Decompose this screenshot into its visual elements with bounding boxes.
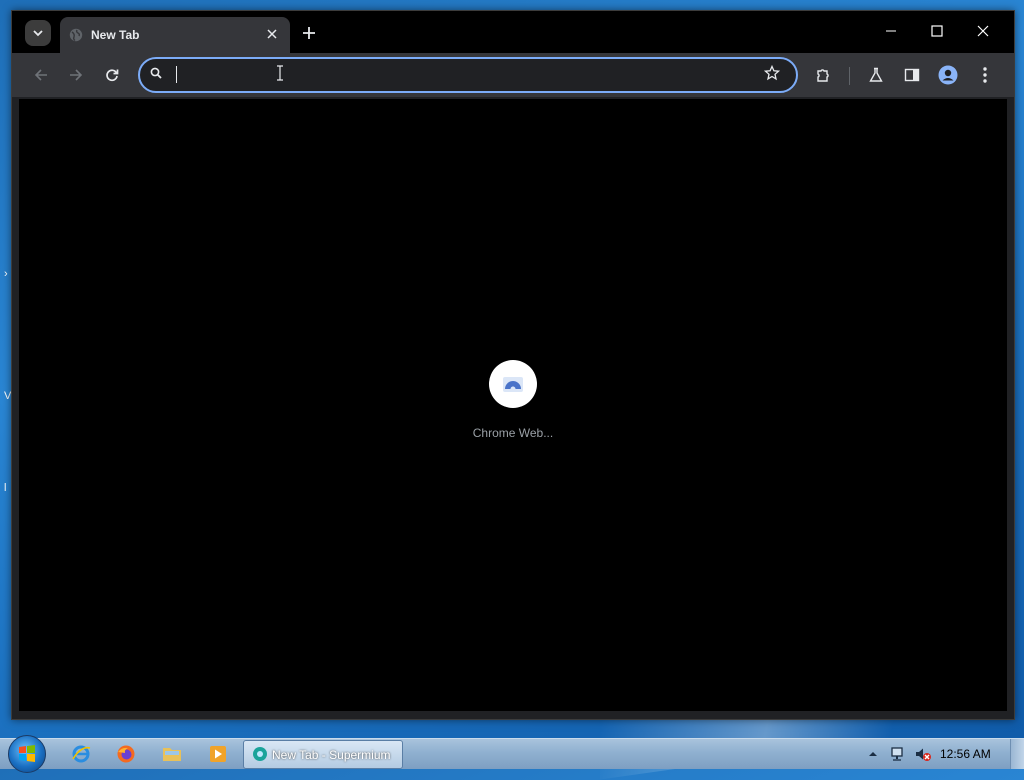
windows-logo-icon — [19, 745, 35, 762]
taskbar-explorer-icon[interactable] — [161, 743, 183, 765]
internet-explorer-icon — [72, 745, 91, 763]
browser-toolbar — [12, 53, 1014, 98]
chevron-down-icon — [33, 30, 43, 37]
back-button[interactable] — [29, 63, 53, 87]
side-panel-icon — [904, 68, 920, 82]
browser-window: New Tab Chrome Web... — [11, 10, 1015, 720]
plus-icon — [303, 27, 315, 39]
chevron-up-icon — [869, 752, 877, 756]
page-content: Chrome Web... — [19, 99, 1007, 711]
minimize-button[interactable] — [869, 17, 913, 45]
volume-muted-icon — [916, 748, 931, 761]
ibeam-cursor-icon — [277, 65, 283, 81]
taskbar-media-icon[interactable] — [207, 743, 229, 765]
supermium-icon — [253, 747, 267, 761]
side-panel-button[interactable] — [900, 63, 924, 87]
new-tab-button[interactable] — [298, 22, 320, 44]
toolbar-separator — [849, 67, 850, 85]
taskbar-ie-icon[interactable] — [70, 743, 92, 765]
forward-button[interactable] — [64, 63, 88, 87]
tab-title: New Tab — [91, 28, 140, 42]
arrow-left-icon — [34, 69, 47, 81]
address-bar[interactable] — [138, 57, 798, 93]
start-button[interactable] — [8, 735, 46, 773]
tab-new-tab[interactable]: New Tab — [60, 17, 290, 53]
profile-icon — [938, 65, 958, 85]
tab-close-button[interactable] — [263, 25, 281, 43]
maximize-icon — [931, 25, 943, 37]
reload-icon — [106, 69, 119, 82]
loading-avatar — [489, 360, 537, 408]
arrow-right-icon — [70, 69, 83, 81]
profile-button[interactable] — [936, 63, 960, 87]
webstore-icon — [503, 377, 523, 392]
flask-icon — [869, 67, 883, 82]
taskbar: New Tab - Supermium 12:56 AM — [0, 735, 1024, 773]
desktop-edge-glyph: l — [4, 482, 7, 494]
reload-button[interactable] — [100, 63, 124, 87]
close-icon — [267, 29, 277, 39]
more-vert-icon — [983, 67, 987, 83]
show-desktop-button[interactable] — [1010, 739, 1024, 769]
close-icon — [977, 25, 989, 37]
search-icon — [150, 67, 162, 79]
media-player-icon — [210, 746, 226, 762]
menu-button[interactable] — [973, 63, 997, 87]
tray-volume-icon[interactable] — [914, 739, 932, 769]
tab-strip: New Tab — [12, 11, 1014, 53]
tab-search-button[interactable] — [25, 20, 51, 46]
window-close-button[interactable] — [961, 17, 1005, 45]
firefox-icon — [117, 745, 135, 763]
clock[interactable]: 12:56 AM — [940, 747, 991, 761]
labs-button[interactable] — [864, 63, 888, 87]
network-icon — [891, 747, 903, 761]
tray-overflow-button[interactable] — [868, 739, 878, 769]
minimize-icon — [886, 30, 896, 32]
taskbar-firefox-icon[interactable] — [115, 743, 137, 765]
text-caret — [176, 66, 177, 83]
puzzle-icon — [817, 69, 829, 82]
task-label: New Tab - Supermium — [272, 748, 391, 762]
loading-label: Chrome Web... — [472, 426, 554, 440]
maximize-button[interactable] — [915, 17, 959, 45]
extensions-button[interactable] — [811, 63, 835, 87]
star-icon[interactable] — [764, 65, 780, 81]
taskbar-task-supermium[interactable]: New Tab - Supermium — [243, 740, 403, 769]
tray-network-icon[interactable] — [890, 739, 908, 769]
folder-icon — [163, 748, 181, 761]
desktop-edge-glyph: › — [4, 268, 8, 280]
globe-icon — [69, 28, 83, 42]
